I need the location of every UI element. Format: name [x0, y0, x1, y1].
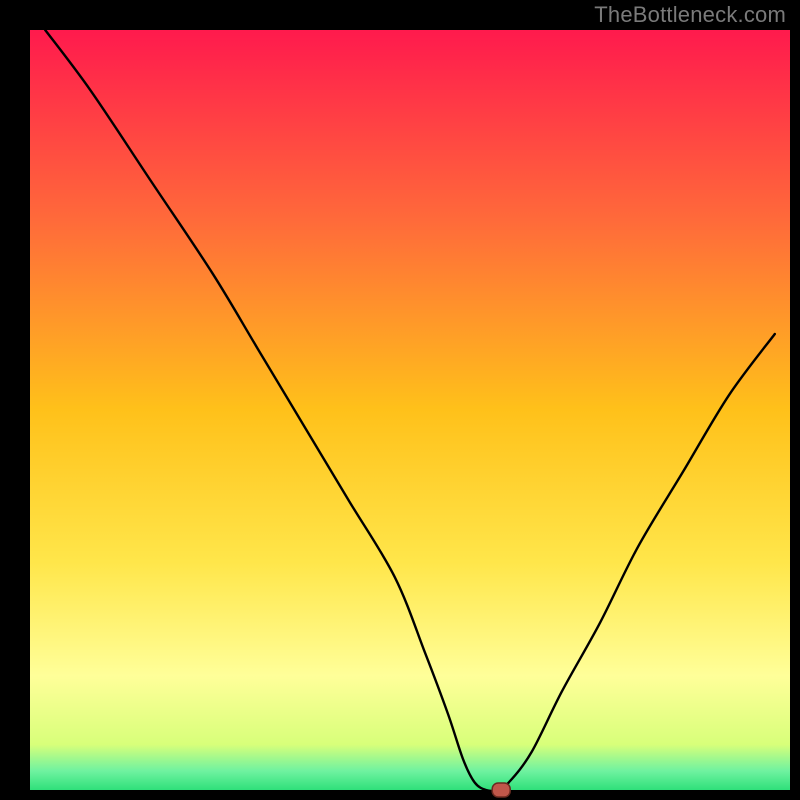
- watermark-text: TheBottleneck.com: [594, 2, 786, 28]
- optimal-marker: [492, 783, 510, 797]
- bottleneck-chart: [0, 0, 800, 800]
- chart-container: TheBottleneck.com: [0, 0, 800, 800]
- heat-gradient: [30, 30, 790, 790]
